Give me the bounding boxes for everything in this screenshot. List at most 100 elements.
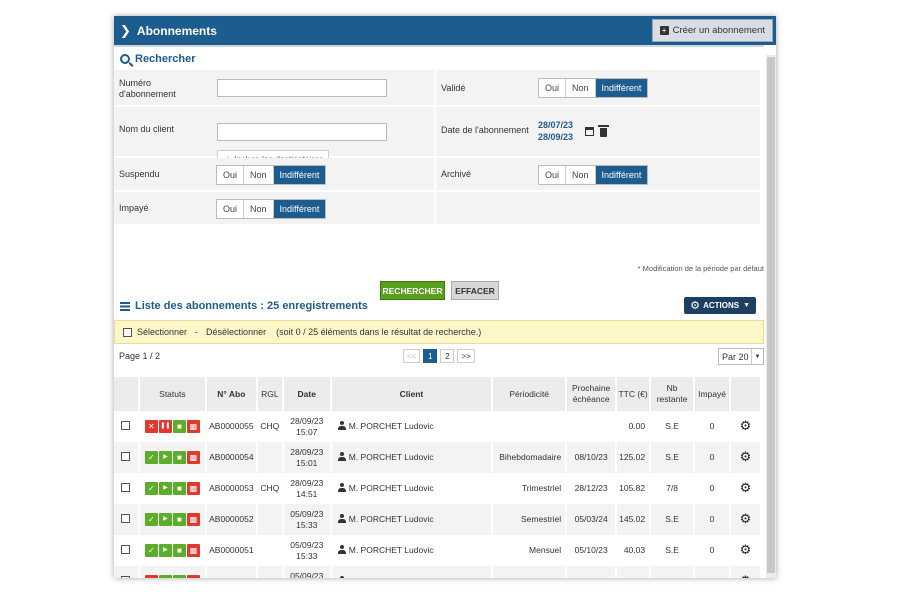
pager-first-button[interactable]: << [403, 349, 421, 363]
client-input[interactable] [217, 123, 387, 141]
per-page-select[interactable]: Par 20 ▼ [718, 348, 764, 365]
num-cell[interactable]: AB0000052 [205, 504, 258, 535]
unlock-status-icon[interactable]: ▩ [186, 420, 200, 433]
paid-status-icon[interactable]: ■ [172, 544, 186, 557]
table-row[interactable]: ✓ ▶ ■ ▩ AB0000052 05/09/23 15:33 M. PORCHET Lud… [114, 504, 762, 535]
impaye-non-option[interactable]: Non [244, 200, 274, 218]
num-cell[interactable]: AB0000051 [205, 535, 258, 566]
valide-indifferent-option[interactable]: Indifférent [595, 79, 648, 97]
gear-icon[interactable]: ⚙ [740, 418, 752, 433]
row-checkbox[interactable] [121, 513, 131, 523]
vertical-scrollbar[interactable] [766, 55, 776, 578]
pager-next-button[interactable]: >> [457, 349, 475, 363]
active-status-icon[interactable]: ▶ [158, 482, 172, 495]
table-row[interactable]: ✓ ▶ ■ ▩ AB0000054 28/09/23 15:01 M. PORCHET Lud… [114, 442, 762, 473]
valid-status-icon[interactable]: ✓ [144, 513, 158, 526]
suspendu-non-option[interactable]: Non [244, 166, 274, 184]
select-all-link[interactable]: Sélectionner [137, 327, 187, 337]
unlock-status-icon[interactable]: ▩ [186, 451, 200, 464]
paid-status-icon[interactable]: ■ [172, 451, 186, 464]
scrollbar-thumb[interactable] [767, 57, 775, 573]
form-row: Impayé Oui Non Indifférent [114, 192, 764, 226]
impaye-cell: 0 [694, 473, 732, 504]
row-checkbox[interactable] [121, 482, 131, 492]
valid-status-icon[interactable]: ✓ [144, 451, 158, 464]
num-cell[interactable]: AB0000054 [205, 442, 258, 473]
pagination-row: Page 1 / 2 << 1 2 >> Par 20 ▼ [114, 348, 764, 366]
active-status-icon[interactable]: ▶ [158, 513, 172, 526]
num-cell[interactable]: AB0000055 [205, 411, 258, 442]
client-cell[interactable]: M. PORCHET Ludovic [330, 411, 494, 442]
table-row[interactable]: ✕ ❚❚ ■ ▩ AB0000055 CHQ 28/09/23 15:07 M. PORCHET… [114, 411, 762, 442]
row-checkbox[interactable] [121, 544, 131, 554]
client-cell[interactable]: M. PORCHET Ludovic [330, 566, 494, 578]
header-client[interactable]: Client [330, 377, 494, 411]
header-periodicite[interactable]: Périodicité [492, 377, 568, 411]
date-range[interactable]: 28/07/23 28/09/23 [538, 119, 573, 143]
active-status-icon[interactable]: ▶ [158, 575, 172, 578]
valid-status-icon[interactable]: ✓ [144, 544, 158, 557]
num-cell[interactable]: AB0000050 [205, 566, 258, 578]
active-status-icon[interactable]: ▶ [158, 451, 172, 464]
row-checkbox[interactable] [121, 451, 131, 461]
invalid-status-icon[interactable]: ✕ [144, 420, 158, 433]
header-date[interactable]: Date [282, 377, 332, 411]
header-ttc[interactable]: TTC (€) [616, 377, 652, 411]
client-cell[interactable]: M. PORCHET Ludovic [330, 535, 494, 566]
archive-indifferent-option[interactable]: Indifférent [595, 166, 648, 184]
gear-icon[interactable]: ⚙ [740, 480, 752, 495]
pager-page-1[interactable]: 1 [423, 349, 438, 363]
client-cell[interactable]: M. PORCHET Ludovic [330, 473, 494, 504]
create-subscription-button[interactable]: + Créer un abonnement [651, 19, 773, 42]
invalid-status-icon[interactable]: ✕ [144, 575, 158, 578]
header-num[interactable]: N° Abo [205, 377, 258, 411]
table-row[interactable]: ✕▶■▩AB000005005/09/2315:30M. PORCHET Lud… [114, 566, 762, 578]
valid-status-icon[interactable]: ✓ [144, 482, 158, 495]
paid-status-icon[interactable]: ■ [172, 513, 186, 526]
valide-oui-option[interactable]: Oui [539, 79, 567, 97]
calendar-icon[interactable] [585, 127, 594, 136]
gear-icon[interactable]: ⚙ [740, 542, 752, 557]
active-status-icon[interactable]: ▶ [158, 544, 172, 557]
gear-icon[interactable]: ⚙ [740, 511, 752, 526]
impaye-oui-option[interactable]: Oui [217, 200, 245, 218]
date-to: 28/09/23 [538, 132, 574, 142]
header-impaye[interactable]: Impayé [694, 377, 732, 411]
valide-non-option[interactable]: Non [566, 79, 596, 97]
client-cell[interactable]: M. PORCHET Ludovic [330, 504, 494, 535]
gear-icon[interactable]: ⚙ [740, 449, 752, 464]
suspendu-indifferent-option[interactable]: Indifférent [273, 166, 326, 184]
select-all-checkbox[interactable] [123, 327, 132, 337]
impaye-label: Impayé [119, 203, 149, 213]
actions-button[interactable]: ⚙ ACTIONS ▼ [684, 297, 756, 314]
search-button[interactable]: RECHERCHER [380, 281, 445, 300]
row-checkbox[interactable] [121, 575, 131, 578]
numero-input[interactable] [217, 79, 387, 97]
unlock-status-icon[interactable]: ▩ [186, 575, 200, 578]
archive-oui-option[interactable]: Oui [539, 166, 567, 184]
client-cell[interactable]: M. PORCHET Ludovic [330, 442, 494, 473]
suspended-status-icon[interactable]: ❚❚ [158, 420, 172, 433]
archive-non-option[interactable]: Non [566, 166, 596, 184]
deselect-link[interactable]: Désélectionner [206, 327, 266, 337]
header-statuts[interactable]: Statuts [138, 377, 207, 411]
header-nb[interactable]: Nb restante [650, 377, 696, 411]
paid-status-icon[interactable]: ■ [172, 482, 186, 495]
table-row[interactable]: ✓ ▶ ■ ▩ AB0000053 CHQ 28/09/23 14:51 M. PORCHET … [114, 473, 762, 504]
row-checkbox[interactable] [121, 420, 131, 430]
paid-status-icon[interactable]: ■ [172, 420, 186, 433]
num-cell[interactable]: AB0000053 [205, 473, 258, 504]
impaye-indifferent-option[interactable]: Indifférent [273, 200, 326, 218]
header-rgl[interactable]: RGL [256, 377, 284, 411]
header-prochaine[interactable]: Prochaine échéance [566, 377, 618, 411]
gear-icon[interactable]: ⚙ [740, 573, 752, 578]
trash-icon[interactable] [598, 125, 609, 137]
suspendu-oui-option[interactable]: Oui [217, 166, 245, 184]
unlock-status-icon[interactable]: ▩ [186, 482, 200, 495]
clear-button[interactable]: EFFACER [451, 281, 499, 300]
unlock-status-icon[interactable]: ▩ [186, 513, 200, 526]
table-row[interactable]: ✓ ▶ ■ ▩ AB0000051 05/09/23 15:33 M. PORCHET Lud… [114, 535, 762, 566]
pager-page-2[interactable]: 2 [440, 349, 455, 363]
unlock-status-icon[interactable]: ▩ [186, 544, 200, 557]
paid-status-icon[interactable]: ■ [172, 575, 186, 578]
